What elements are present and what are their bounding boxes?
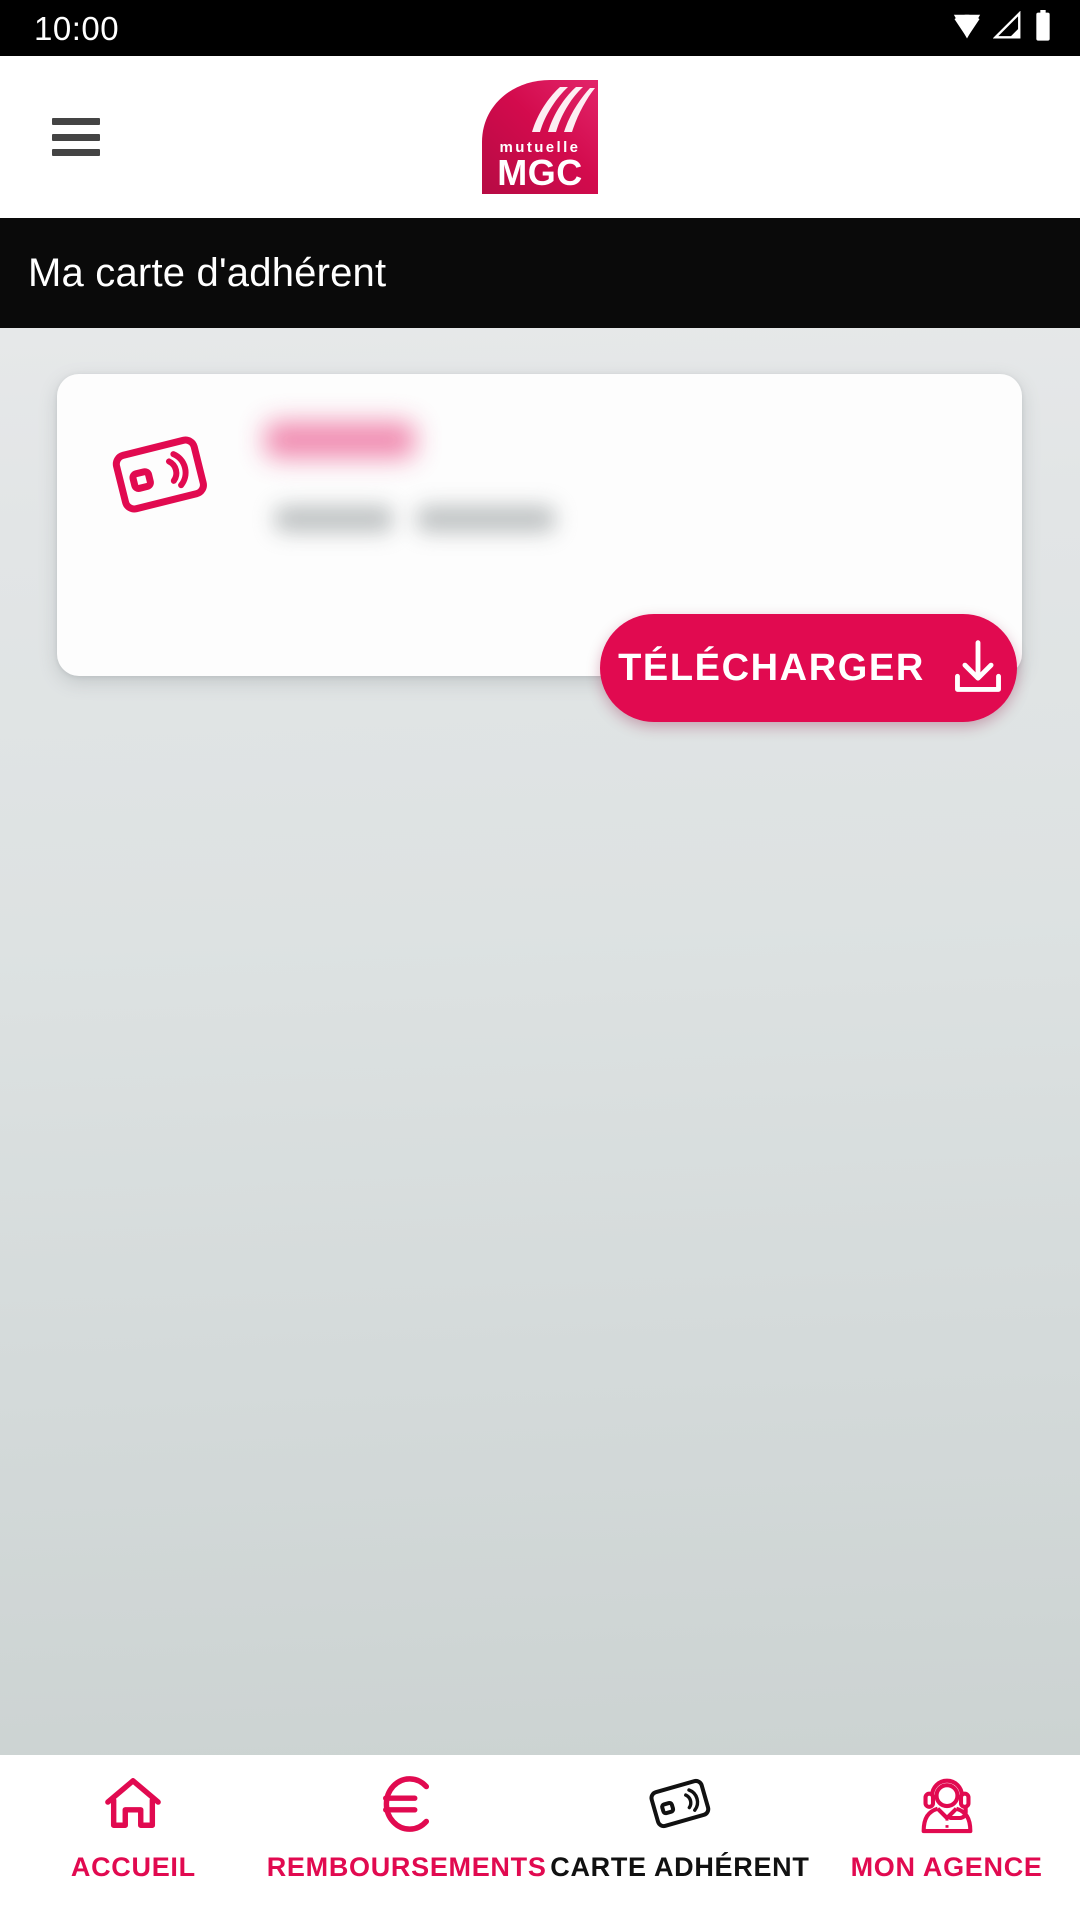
page-title-bar: Ma carte d'adhérent xyxy=(0,218,1080,328)
cellular-signal-icon xyxy=(992,10,1023,46)
nav-label-remboursements: REMBOURSEMENTS xyxy=(266,1852,547,1882)
nav-item-mon-agence[interactable]: MON AGENCE xyxy=(813,1773,1080,1883)
download-button[interactable]: TÉLÉCHARGER xyxy=(600,614,1017,722)
status-time: 10:00 xyxy=(34,9,120,47)
hamburger-line xyxy=(52,133,100,141)
status-icon-group xyxy=(952,9,1052,47)
hamburger-line xyxy=(52,149,100,156)
contactless-card-icon xyxy=(106,431,214,524)
status-bar: 10:00 xyxy=(0,0,1080,56)
nav-item-carte-adherent[interactable]: CARTE ADHÉRENT xyxy=(547,1773,814,1883)
member-card-panel: TÉLÉCHARGER xyxy=(57,374,1022,722)
wifi-icon xyxy=(952,11,982,46)
home-icon xyxy=(102,1773,164,1835)
nav-label-accueil: ACCUEIL xyxy=(70,1852,196,1882)
download-icon xyxy=(951,639,1005,698)
member-name-redacted xyxy=(265,422,415,458)
download-button-label: TÉLÉCHARGER xyxy=(618,646,925,689)
app-bar: mutuelle MGC xyxy=(0,56,1080,218)
nav-label-mon-agence: MON AGENCE xyxy=(850,1852,1043,1882)
mgc-logo-big-text: MGC xyxy=(497,152,583,193)
bottom-navigation-bar: ACCUEIL REMBOURSEMENTS CARTE ADHÉRENT MO… xyxy=(0,1755,1080,1920)
nav-item-accueil[interactable]: ACCUEIL xyxy=(0,1773,267,1883)
support-agent-icon xyxy=(919,1773,975,1835)
hamburger-line xyxy=(52,118,100,125)
battery-icon xyxy=(1034,9,1052,47)
member-details-redacted xyxy=(275,506,393,532)
hamburger-menu-icon[interactable] xyxy=(52,118,100,156)
nav-label-carte-adherent: CARTE ADHÉRENT xyxy=(550,1852,810,1882)
contactless-card-icon xyxy=(645,1773,715,1835)
euro-icon xyxy=(378,1773,436,1835)
main-content: TÉLÉCHARGER xyxy=(0,328,1080,1755)
page-title: Ma carte d'adhérent xyxy=(28,250,387,295)
member-details-redacted-2 xyxy=(417,506,555,532)
mgc-logo[interactable]: mutuelle MGC xyxy=(482,80,598,199)
app-root: 10:00 mutuelle MGC Ma carte d'adhérent T… xyxy=(0,0,1080,1920)
nav-item-remboursements[interactable]: REMBOURSEMENTS xyxy=(267,1773,547,1883)
